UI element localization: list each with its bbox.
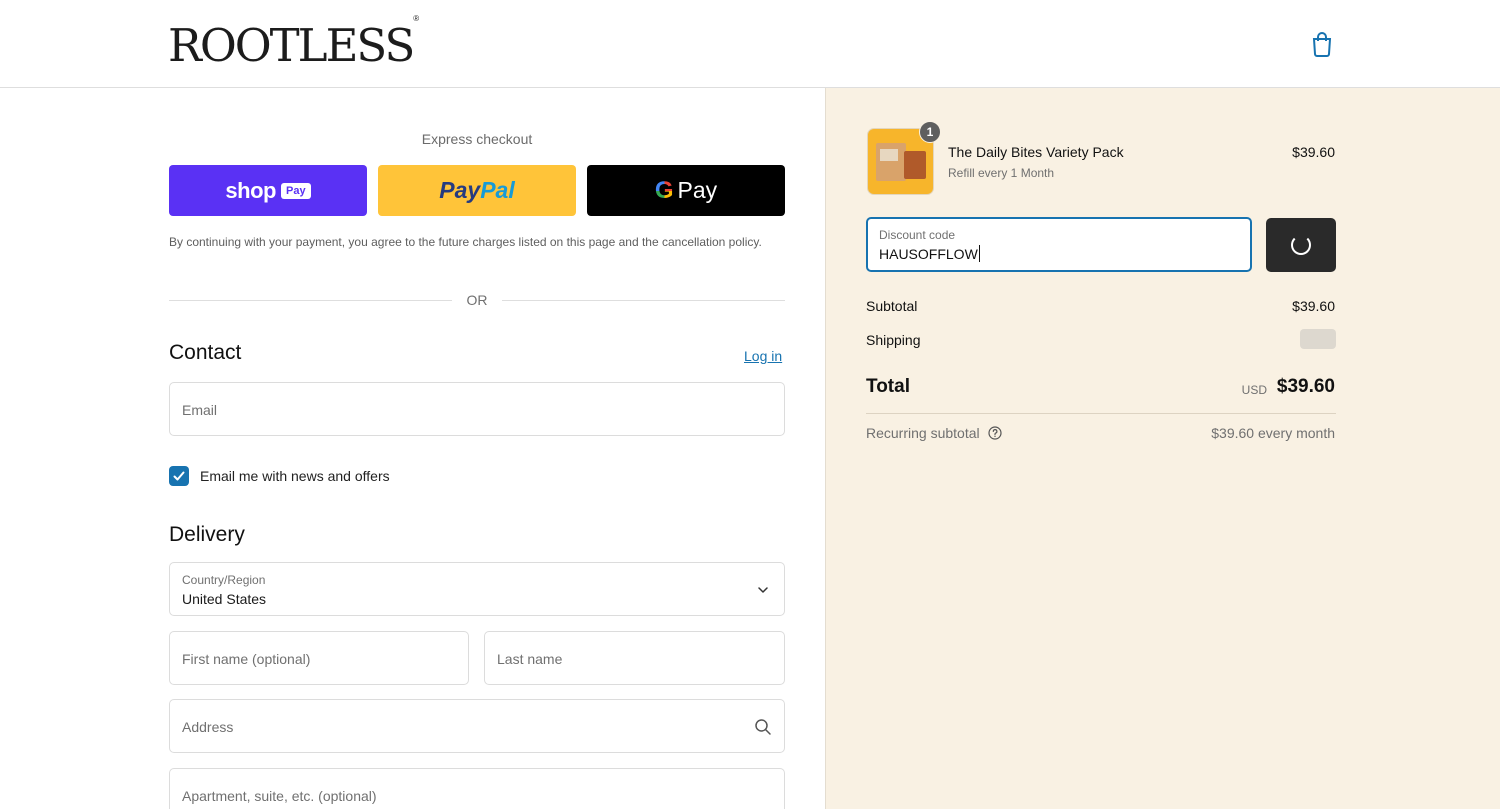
shipping-label: Shipping xyxy=(866,332,921,348)
product-subscription: Refill every 1 Month xyxy=(948,166,1055,180)
or-text: OR xyxy=(466,292,488,308)
express-checkout-title: Express checkout xyxy=(421,131,533,147)
address-field[interactable]: Address xyxy=(169,699,785,753)
email-placeholder: Email xyxy=(182,402,218,418)
total-currency: USD xyxy=(1241,383,1267,397)
contact-heading: Contact xyxy=(169,341,242,364)
recurring-subtotal-label: Recurring subtotal xyxy=(866,425,980,441)
checkout-form: Express checkout shop Pay PayPal G Pay By… xyxy=(0,88,825,809)
paypal-logo: PayPal xyxy=(439,177,514,204)
loading-spinner-icon xyxy=(1291,235,1311,255)
paypal-button[interactable]: PayPal xyxy=(378,165,576,216)
recurring-subtotal: Recurring subtotal xyxy=(866,425,1002,441)
subtotal-label: Subtotal xyxy=(866,298,918,314)
logo-mark: ® xyxy=(413,14,420,23)
last-name-placeholder: Last name xyxy=(497,651,563,667)
google-pay-label: Pay xyxy=(677,177,718,203)
checkmark-icon xyxy=(173,471,185,481)
country-select[interactable]: Country/Region United States xyxy=(169,562,785,616)
paypal-logo-part-2: Pal xyxy=(480,177,515,203)
shop-pay-label: shop xyxy=(225,177,276,203)
summary-divider xyxy=(866,413,1336,414)
shop-pay-badge: Pay xyxy=(280,182,311,199)
recurring-subtotal-value: $39.60 every month xyxy=(1211,425,1335,441)
shop-pay-button[interactable]: shop Pay xyxy=(169,165,367,216)
search-icon xyxy=(755,719,771,735)
product-price: $39.60 xyxy=(1292,144,1335,160)
text-cursor xyxy=(978,245,980,262)
total-value: $39.60 xyxy=(1276,376,1335,397)
newsletter-option[interactable]: Email me with news and offers xyxy=(169,466,390,486)
country-value: United States xyxy=(182,591,267,607)
discount-code-field[interactable]: Discount code HAUSOFFLOW xyxy=(866,217,1252,272)
google-g-icon: G xyxy=(654,176,674,204)
apartment-field[interactable]: Apartment, suite, etc. (optional) xyxy=(169,768,785,809)
google-pay-button[interactable]: G Pay xyxy=(587,165,785,216)
paypal-logo-part-1: Pay xyxy=(439,177,481,203)
last-name-field[interactable]: Last name xyxy=(484,631,785,685)
shipping-loading-placeholder xyxy=(1300,329,1336,349)
thumbnail-shape xyxy=(880,149,898,161)
discount-text: HAUSOFFLOW xyxy=(879,246,978,262)
apartment-placeholder: Apartment, suite, etc. (optional) xyxy=(182,788,377,804)
or-divider: OR xyxy=(169,291,785,311)
delivery-heading: Delivery xyxy=(169,523,245,546)
divider-line-left xyxy=(169,300,452,301)
divider-line-right xyxy=(502,300,785,301)
first-name-placeholder: First name (optional) xyxy=(182,651,311,667)
logo-text: ROOTLESS xyxy=(168,19,415,72)
apply-discount-button[interactable] xyxy=(1266,218,1336,272)
discount-label: Discount code xyxy=(879,228,956,242)
site-header: ROOTLESS® xyxy=(0,0,1500,88)
order-summary: 1 The Daily Bites Variety Pack Refill ev… xyxy=(825,88,1500,809)
chevron-down-icon xyxy=(758,587,768,593)
brand-logo[interactable]: ROOTLESS® xyxy=(168,14,419,72)
first-name-field[interactable]: First name (optional) xyxy=(169,631,469,685)
quantity-badge: 1 xyxy=(919,121,941,143)
newsletter-label: Email me with news and offers xyxy=(200,468,390,484)
email-field[interactable]: Email xyxy=(169,382,785,436)
product-name: The Daily Bites Variety Pack xyxy=(948,144,1124,160)
address-placeholder: Address xyxy=(182,719,234,735)
subtotal-value: $39.60 xyxy=(1292,298,1335,314)
payment-terms-text: By continuing with your payment, you agr… xyxy=(169,235,762,249)
newsletter-checkbox[interactable] xyxy=(169,466,189,486)
total-label: Total xyxy=(866,376,910,397)
country-label: Country/Region xyxy=(182,573,266,587)
google-pay-logo: G Pay xyxy=(655,177,717,205)
thumbnail-shape xyxy=(904,151,926,179)
discount-value: HAUSOFFLOW xyxy=(879,245,980,262)
shopping-bag-icon[interactable] xyxy=(1310,31,1334,57)
log-in-link[interactable]: Log in xyxy=(744,348,782,364)
info-icon[interactable] xyxy=(988,426,1002,440)
